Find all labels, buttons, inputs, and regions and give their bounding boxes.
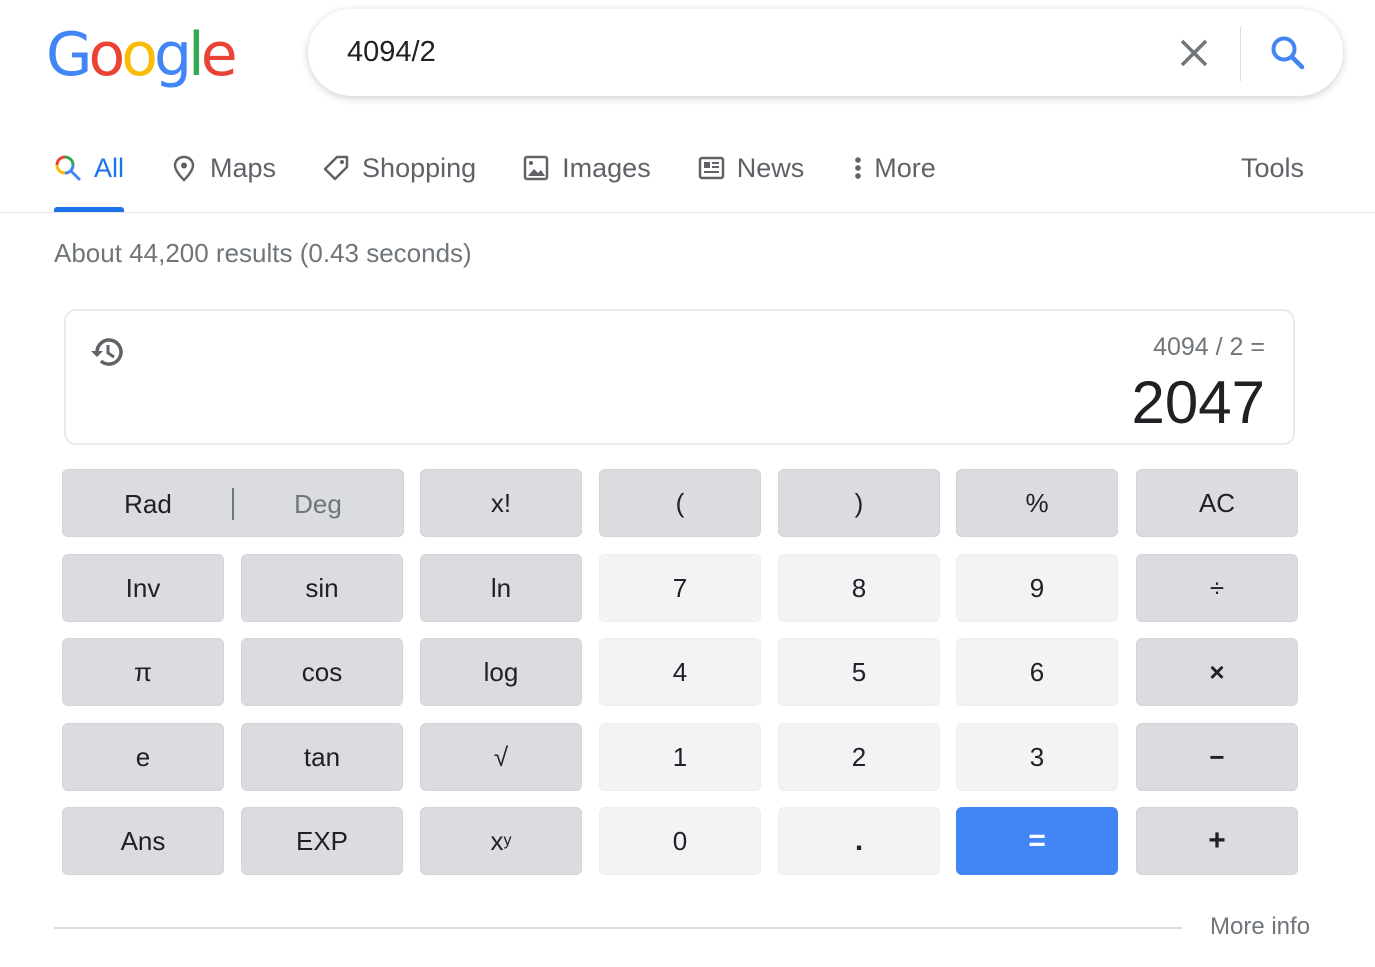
deg-label: Deg (294, 488, 342, 519)
inverse-key[interactable]: Inv (62, 554, 224, 622)
calculator-result: 2047 (1131, 369, 1265, 436)
factorial-key[interactable]: x! (420, 469, 582, 537)
tab-shopping[interactable]: Shopping (322, 140, 476, 196)
tab-images[interactable]: Images (522, 140, 651, 196)
all-clear-key[interactable]: AC (1136, 469, 1298, 537)
search-icon (1271, 36, 1305, 70)
clear-search-button[interactable] (1174, 33, 1214, 73)
subtract-key[interactable]: − (1136, 723, 1298, 791)
logo-letter: l (188, 20, 205, 90)
image-icon (522, 154, 550, 182)
power-key[interactable]: xy (420, 807, 582, 875)
digit-3-key[interactable]: 3 (956, 723, 1118, 791)
google-logo[interactable]: G o o g l e (46, 20, 238, 90)
tab-maps[interactable]: Maps (170, 140, 276, 196)
digit-0-key[interactable]: 0 (599, 807, 761, 875)
digit-8-key[interactable]: 8 (778, 554, 940, 622)
percent-key[interactable]: % (956, 469, 1118, 537)
tab-label: Shopping (362, 152, 477, 183)
power-base: x (490, 825, 504, 856)
map-pin-icon (170, 154, 198, 182)
deg-option[interactable]: Deg (233, 470, 403, 538)
angle-mode-toggle[interactable]: Rad Deg (62, 469, 404, 537)
tools-button[interactable]: Tools (1241, 140, 1304, 196)
history-icon (91, 338, 123, 366)
search-button[interactable] (1266, 31, 1310, 75)
rad-label: Rad (124, 488, 172, 519)
tab-all[interactable]: All (54, 140, 125, 212)
logo-letter: e (200, 20, 238, 90)
multiply-key[interactable]: × (1136, 638, 1298, 706)
logo-letter: g (153, 20, 192, 90)
sqrt-key[interactable]: √ (420, 723, 582, 791)
add-key[interactable]: + (1136, 807, 1298, 875)
decimal-point-key[interactable]: . (778, 807, 940, 875)
digit-9-key[interactable]: 9 (956, 554, 1118, 622)
left-paren-key[interactable]: ( (599, 469, 761, 537)
calculator-display: 4094 / 2 = 2047 (64, 309, 1295, 445)
exponent-key[interactable]: EXP (241, 807, 403, 875)
tab-label: All (94, 152, 125, 183)
power-exponent: y (503, 832, 512, 849)
tab-label: Images (562, 152, 651, 183)
tab-more[interactable]: More (850, 140, 936, 196)
pi-key[interactable]: π (62, 638, 224, 706)
tab-label: Maps (210, 152, 277, 183)
cos-key[interactable]: cos (241, 638, 403, 706)
digit-4-key[interactable]: 4 (599, 638, 761, 706)
rad-option[interactable]: Rad (63, 470, 233, 538)
divide-key[interactable]: ÷ (1136, 554, 1298, 622)
tab-label: More (874, 152, 936, 183)
logo-letter: o (88, 20, 126, 90)
search-tabs: All Maps Shopping Images News More (54, 140, 982, 212)
logo-letter: G (46, 20, 92, 90)
more-vert-icon (850, 154, 866, 182)
result-stats: About 44,200 results (0.43 seconds) (54, 238, 472, 268)
tan-key[interactable]: tan (241, 723, 403, 791)
logo-letter: o (121, 20, 158, 90)
search-input[interactable] (347, 31, 1127, 73)
tab-news[interactable]: News (697, 140, 805, 196)
equals-key[interactable]: = (956, 807, 1118, 875)
more-info-link[interactable]: More info (1210, 913, 1310, 941)
digit-5-key[interactable]: 5 (778, 638, 940, 706)
digit-6-key[interactable]: 6 (956, 638, 1118, 706)
newspaper-icon (697, 154, 725, 182)
search-multicolor-icon (54, 154, 82, 182)
history-button[interactable] (86, 331, 128, 373)
search-box (308, 9, 1343, 96)
footer-divider (54, 927, 1182, 929)
log-key[interactable]: log (420, 638, 582, 706)
calculator-expression: 4094 / 2 = (1153, 333, 1265, 361)
digit-7-key[interactable]: 7 (599, 554, 761, 622)
close-icon (1180, 39, 1208, 67)
digit-1-key[interactable]: 1 (599, 723, 761, 791)
answer-key[interactable]: Ans (62, 807, 224, 875)
search-divider (1240, 27, 1241, 81)
tag-icon (322, 154, 350, 182)
tab-label: News (736, 152, 805, 183)
ln-key[interactable]: ln (420, 554, 582, 622)
tabs-divider (0, 212, 1375, 213)
digit-2-key[interactable]: 2 (778, 723, 940, 791)
euler-key[interactable]: e (62, 723, 224, 791)
sin-key[interactable]: sin (241, 554, 403, 622)
right-paren-key[interactable]: ) (778, 469, 940, 537)
